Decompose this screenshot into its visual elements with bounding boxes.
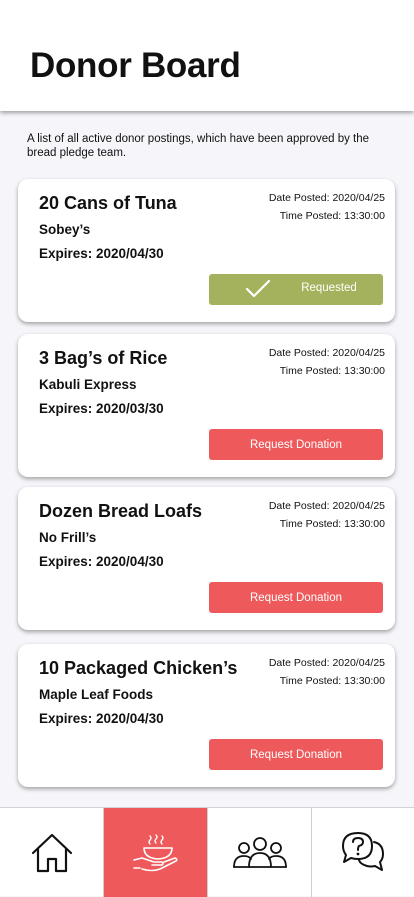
nav-community[interactable] bbox=[208, 808, 312, 897]
expiry-date: Expires: 2020/04/30 bbox=[39, 554, 164, 569]
donation-title: 20 Cans of Tuna bbox=[39, 193, 177, 213]
date-posted: Date Posted: 2020/04/25 bbox=[268, 192, 385, 204]
donation-title: 10 Packaged Chicken’s bbox=[39, 658, 238, 678]
app-header: Donor Board bbox=[0, 0, 414, 111]
nav-help[interactable] bbox=[312, 808, 414, 897]
help-chat-icon bbox=[342, 831, 384, 871]
time-posted: Time Posted: 13:30:00 bbox=[279, 675, 385, 687]
intro-text: A list of all active donor postings, whi… bbox=[27, 133, 370, 159]
donor-name: Kabuli Express bbox=[39, 377, 137, 392]
donation-title: Dozen Bread Loafs bbox=[39, 501, 203, 521]
time-posted: Time Posted: 13:30:00 bbox=[279, 365, 385, 377]
donation-title: 3 Bag’s of Rice bbox=[39, 348, 168, 368]
checkmark-icon bbox=[245, 279, 271, 298]
donor-name: No Frill’s bbox=[39, 530, 97, 545]
nav-home[interactable] bbox=[0, 808, 104, 897]
page-title: Donor Board bbox=[30, 46, 241, 85]
time-posted: Time Posted: 13:30:00 bbox=[279, 518, 385, 530]
home-icon bbox=[31, 833, 72, 872]
nav-donor-board[interactable] bbox=[104, 808, 208, 897]
expiry-date: Expires: 2020/03/30 bbox=[39, 401, 164, 416]
time-posted: Time Posted: 13:30:00 bbox=[279, 210, 385, 222]
request-donation-button[interactable]: Request Donation bbox=[209, 582, 383, 613]
expiry-date: Expires: 2020/04/30 bbox=[39, 711, 164, 726]
request-donation-button[interactable]: Request Donation bbox=[209, 429, 383, 460]
food-donation-icon bbox=[132, 833, 178, 871]
donation-card: 10 Packaged Chicken’s Maple Leaf Foods E… bbox=[18, 644, 395, 787]
request-donation-button[interactable]: Request Donation bbox=[209, 739, 383, 770]
donor-name: Maple Leaf Foods bbox=[39, 687, 154, 702]
date-posted: Date Posted: 2020/04/25 bbox=[268, 657, 385, 669]
donation-card: 20 Cans of Tuna Sobey’s Expires: 2020/04… bbox=[18, 179, 395, 322]
donation-card: 3 Bag’s of Rice Kabuli Express Expires: … bbox=[18, 334, 395, 477]
requested-button[interactable]: Requested bbox=[209, 274, 383, 305]
donation-card: Dozen Bread Loafs No Frill’s Expires: 20… bbox=[18, 487, 395, 630]
donor-name: Sobey’s bbox=[39, 222, 91, 237]
date-posted: Date Posted: 2020/04/25 bbox=[268, 500, 385, 512]
bottom-nav bbox=[0, 807, 414, 897]
community-icon bbox=[232, 836, 287, 868]
requested-button-label: Requested bbox=[301, 282, 357, 294]
expiry-date: Expires: 2020/04/30 bbox=[39, 246, 164, 261]
date-posted: Date Posted: 2020/04/25 bbox=[268, 347, 385, 359]
